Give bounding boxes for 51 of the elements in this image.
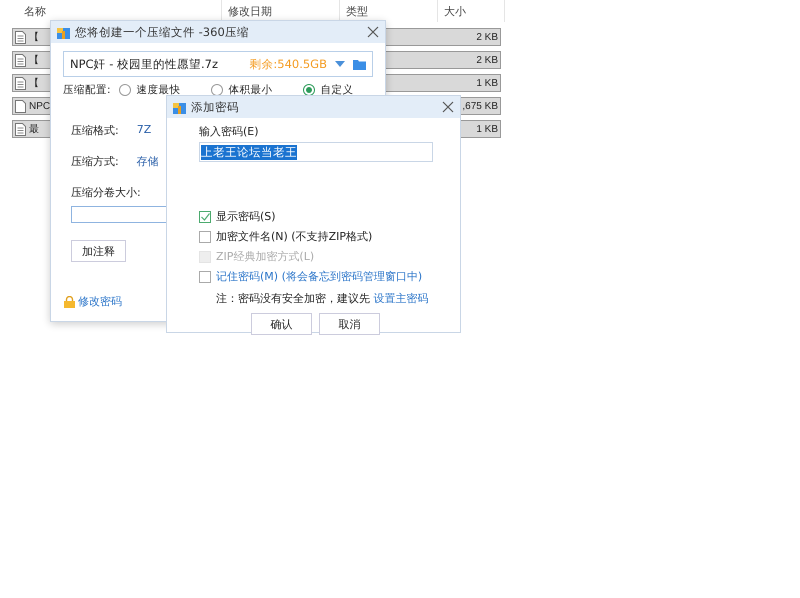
- config-label: 压缩配置:: [63, 83, 111, 97]
- column-header[interactable]: 名称: [24, 4, 46, 18]
- checkbox[interactable]: [199, 270, 211, 282]
- option-label[interactable]: 显示密码(S): [216, 209, 276, 224]
- file-size: 2 KB: [476, 32, 498, 42]
- text-file-icon: [15, 76, 26, 90]
- archive-icon: [173, 100, 186, 114]
- checkbox[interactable]: [199, 230, 211, 242]
- file-name: 【: [29, 76, 39, 90]
- file-name: 最: [29, 123, 39, 136]
- close-icon[interactable]: [442, 101, 454, 113]
- password-field[interactable]: 上老王论坛当老王: [199, 142, 433, 162]
- master-password-link[interactable]: 设置主密码: [374, 292, 428, 305]
- free-space: 剩余:540.5GB: [249, 56, 327, 72]
- cancel-button[interactable]: 取消: [319, 313, 380, 335]
- file-name: NPC: [29, 100, 50, 112]
- file-size: 1 KB: [476, 78, 498, 88]
- password-label: 输入密码(E): [199, 124, 260, 139]
- file-path: NPC奸 - 校园里的性愿望.7z: [70, 56, 220, 72]
- archive-icon: [57, 26, 70, 38]
- text-file-icon: [15, 54, 26, 66]
- lock-icon: [64, 296, 75, 308]
- option-label[interactable]: 加密文件名(N) (不支持ZIP格式): [216, 229, 372, 244]
- close-icon[interactable]: [367, 26, 379, 38]
- file-name: 【: [29, 54, 39, 67]
- file-name: 【: [29, 30, 39, 44]
- window-title: 添加密码: [191, 100, 240, 114]
- format-label: 压缩格式:: [71, 123, 119, 138]
- path-field[interactable]: NPC奸 - 校园里的性愿望.7z 剩余:540.5GB: [63, 51, 373, 77]
- ok-button[interactable]: 确认: [251, 313, 312, 335]
- file-size: 1 KB: [476, 124, 498, 134]
- split-size-label: 压缩分卷大小:: [71, 185, 142, 200]
- file-size: 2 KB: [476, 54, 498, 66]
- method-value[interactable]: 存储: [136, 154, 159, 169]
- window-title: 您将创建一个压缩文件 -360压缩: [75, 24, 250, 40]
- format-value[interactable]: 7Z: [136, 123, 152, 138]
- folder-icon[interactable]: [353, 58, 366, 70]
- column-header[interactable]: 大小: [444, 4, 466, 18]
- text-file-icon: [15, 30, 26, 44]
- checkbox[interactable]: [199, 210, 211, 222]
- method-label: 压缩方式:: [71, 154, 119, 169]
- column-header[interactable]: 修改日期: [228, 4, 272, 18]
- text-file-icon: [15, 122, 26, 136]
- note-text: 注：密码没有安全加密，建议先 设置主密码: [216, 291, 430, 306]
- comment-button[interactable]: 加注释: [71, 240, 126, 262]
- file-icon: [15, 100, 26, 112]
- option-link[interactable]: 记住密码(M) (将会备忘到密码管理窗口中): [216, 269, 422, 284]
- file-size: ,675 KB: [462, 100, 498, 112]
- dropdown-icon[interactable]: [335, 60, 345, 68]
- column-header[interactable]: 类型: [346, 4, 368, 18]
- change-password-link[interactable]: 修改密码: [78, 294, 122, 309]
